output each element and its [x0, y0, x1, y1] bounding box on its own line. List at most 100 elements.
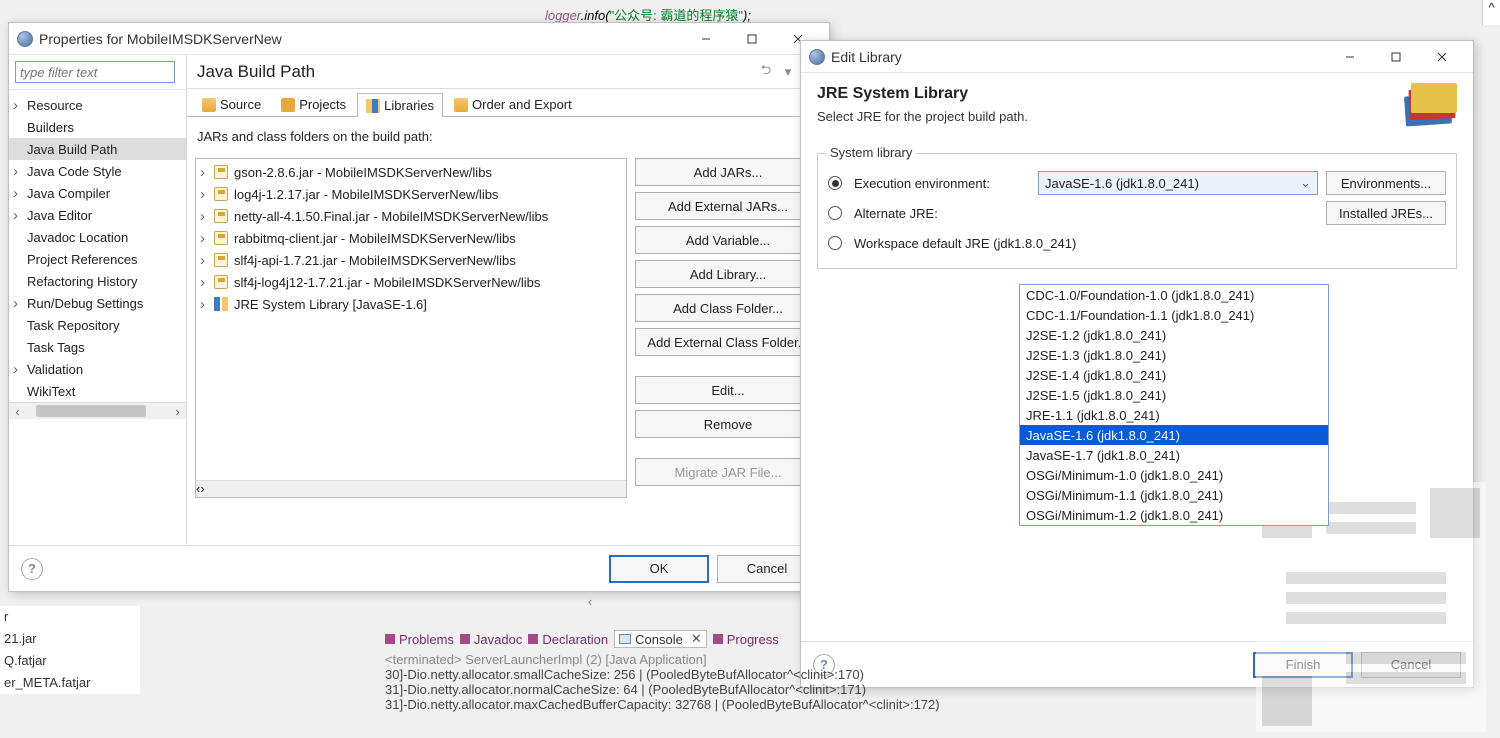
wizard-sub: Select JRE for the project build path. — [817, 109, 1397, 124]
tab-javadoc[interactable]: Javadoc — [460, 632, 522, 647]
tab-projects[interactable]: Projects — [272, 92, 355, 116]
edit-library-title: Edit Library — [831, 49, 1327, 65]
dropdown-option[interactable]: JRE-1.1 (jdk1.8.0_241) — [1020, 405, 1328, 425]
help-icon[interactable]: ? — [21, 558, 43, 580]
dropdown-option[interactable]: JavaSE-1.6 (jdk1.8.0_241) — [1020, 425, 1328, 445]
nav-item-task-repository[interactable]: Task Repository — [9, 314, 186, 336]
add-library-button[interactable]: Add Library... — [635, 260, 821, 288]
minimize-button[interactable] — [683, 24, 729, 54]
jar-icon — [214, 187, 228, 201]
execution-env-combo[interactable]: JavaSE-1.6 (jdk1.8.0_241)⌄ — [1038, 171, 1318, 195]
nav-item-run-debug-settings[interactable]: Run/Debug Settings — [9, 292, 186, 314]
migrate-jar-file-button: Migrate JAR File... — [635, 458, 821, 486]
dropdown-option[interactable]: OSGi/Minimum-1.0 (jdk1.8.0_241) — [1020, 465, 1328, 485]
jar-entry[interactable]: log4j-1.2.17.jar - MobileIMSDKServerNew/… — [196, 183, 626, 205]
view-splitter[interactable]: ‹ — [380, 592, 800, 610]
nav-item-java-editor[interactable]: Java Editor — [9, 204, 186, 226]
dropdown-option[interactable]: J2SE-1.4 (jdk1.8.0_241) — [1020, 365, 1328, 385]
nav-scrollbar[interactable]: ‹› — [9, 402, 186, 419]
nav-item-builders[interactable]: Builders — [9, 116, 186, 138]
add-class-folder-button[interactable]: Add Class Folder... — [635, 294, 821, 322]
jar-icon — [214, 165, 228, 179]
radio-workspace-default[interactable] — [828, 236, 842, 250]
add-external-jars-button[interactable]: Add External JARs... — [635, 192, 821, 220]
filter-input[interactable] — [15, 61, 175, 83]
dropdown-option[interactable]: OSGi/Minimum-1.2 (jdk1.8.0_241) — [1020, 505, 1328, 525]
editor-scroll-up[interactable]: ^ — [1482, 0, 1500, 25]
jar-list[interactable]: gson-2.8.6.jar - MobileIMSDKServerNew/li… — [195, 158, 627, 498]
eclipse-icon — [809, 49, 825, 65]
environments-button[interactable]: Environments... — [1326, 171, 1446, 195]
tab-source[interactable]: Source — [193, 92, 270, 116]
jar-icon — [214, 209, 228, 223]
radio-execution-env[interactable] — [828, 176, 842, 190]
dropdown-option[interactable]: J2SE-1.3 (jdk1.8.0_241) — [1020, 345, 1328, 365]
dropdown-option[interactable]: CDC-1.1/Foundation-1.1 (jdk1.8.0_241) — [1020, 305, 1328, 325]
jar-icon — [214, 275, 228, 289]
jar-entry[interactable]: slf4j-api-1.7.21.jar - MobileIMSDKServer… — [196, 249, 626, 271]
nav-item-wikitext[interactable]: WikiText — [9, 380, 186, 402]
dropdown-icon[interactable]: ▾ — [779, 63, 797, 81]
add-variable-button[interactable]: Add Variable... — [635, 226, 821, 254]
properties-titlebar: Properties for MobileIMSDKServerNew — [9, 23, 829, 55]
nav-item-javadoc-location[interactable]: Javadoc Location — [9, 226, 186, 248]
ok-button[interactable]: OK — [609, 555, 709, 583]
properties-nav: ResourceBuildersJava Build PathJava Code… — [9, 55, 187, 545]
jar-entry[interactable]: gson-2.8.6.jar - MobileIMSDKServerNew/li… — [196, 161, 626, 183]
add-external-class-folder-button[interactable]: Add External Class Folder... — [635, 328, 821, 356]
tab-problems[interactable]: Problems — [385, 632, 454, 647]
removebutton[interactable]: Remove — [635, 410, 821, 438]
jar-icon — [214, 253, 228, 267]
console-output: <terminated> ServerLauncherImpl (2) [Jav… — [385, 652, 940, 712]
maximize-button[interactable] — [729, 24, 775, 54]
tab-order[interactable]: Order and Export — [445, 92, 581, 116]
jar-entry[interactable]: slf4j-log4j12-1.7.21.jar - MobileIMSDKSe… — [196, 271, 626, 293]
close-button[interactable] — [1419, 42, 1465, 72]
jar-scrollbar[interactable]: ‹› — [196, 480, 626, 497]
jar-icon — [214, 231, 228, 245]
back-icon[interactable]: ⮌ — [757, 63, 775, 81]
nav-item-project-references[interactable]: Project References — [9, 248, 186, 270]
edit-button[interactable]: Edit... — [635, 376, 821, 404]
package-explorer-fragment: r 21.jar Q.fatjar er_META.fatjar — [0, 606, 140, 694]
nav-item-resource[interactable]: Resource — [9, 94, 186, 116]
dropdown-option[interactable]: JavaSE-1.7 (jdk1.8.0_241) — [1020, 445, 1328, 465]
radio-alternate-jre[interactable] — [828, 206, 842, 220]
books-icon — [1397, 85, 1457, 129]
add-jars-button[interactable]: Add JARs... — [635, 158, 821, 186]
dropdown-option[interactable]: CDC-1.0/Foundation-1.0 (jdk1.8.0_241) — [1020, 285, 1328, 305]
dropdown-option[interactable]: OSGi/Minimum-1.1 (jdk1.8.0_241) — [1020, 485, 1328, 505]
maximize-button[interactable] — [1373, 42, 1419, 72]
projects-icon — [281, 98, 295, 112]
eclipse-icon — [17, 31, 33, 47]
dropdown-option[interactable]: J2SE-1.5 (jdk1.8.0_241) — [1020, 385, 1328, 405]
system-library-group: System library Execution environment: Ja… — [817, 153, 1457, 269]
tab-console[interactable]: Console✕ — [614, 630, 707, 648]
source-icon — [202, 98, 216, 112]
page-title: Java Build Path — [197, 62, 753, 82]
nav-item-task-tags[interactable]: Task Tags — [9, 336, 186, 358]
nav-item-java-compiler[interactable]: Java Compiler — [9, 182, 186, 204]
nav-item-validation[interactable]: Validation — [9, 358, 186, 380]
nav-item-java-code-style[interactable]: Java Code Style — [9, 160, 186, 182]
tab-progress[interactable]: Progress — [713, 632, 779, 647]
close-icon[interactable]: ✕ — [691, 631, 702, 647]
minimize-button[interactable] — [1327, 42, 1373, 72]
edit-library-titlebar: Edit Library — [801, 41, 1473, 73]
nav-item-java-build-path[interactable]: Java Build Path — [9, 138, 186, 160]
nav-item-refactoring-history[interactable]: Refactoring History — [9, 270, 186, 292]
installed-jres-button[interactable]: Installed JREs... — [1326, 201, 1446, 225]
bottom-view-tabs: Problems Javadoc Declaration Console✕ Pr… — [385, 628, 779, 650]
execution-env-dropdown[interactable]: CDC-1.0/Foundation-1.0 (jdk1.8.0_241)CDC… — [1019, 284, 1329, 526]
jre-library-entry[interactable]: JRE System Library [JavaSE-1.6] — [196, 293, 626, 315]
chevron-down-icon: ⌄ — [1300, 175, 1311, 191]
build-path-tabs: Source Projects Libraries Order and Expo… — [187, 89, 829, 117]
javadoc-icon — [460, 634, 470, 644]
tab-declaration[interactable]: Declaration — [528, 632, 608, 647]
jar-entry[interactable]: rabbitmq-client.jar - MobileIMSDKServerN… — [196, 227, 626, 249]
libraries-icon — [366, 99, 380, 113]
dropdown-option[interactable]: J2SE-1.2 (jdk1.8.0_241) — [1020, 325, 1328, 345]
jar-entry[interactable]: netty-all-4.1.50.Final.jar - MobileIMSDK… — [196, 205, 626, 227]
tab-libraries[interactable]: Libraries — [357, 93, 443, 117]
progress-icon — [713, 634, 723, 644]
